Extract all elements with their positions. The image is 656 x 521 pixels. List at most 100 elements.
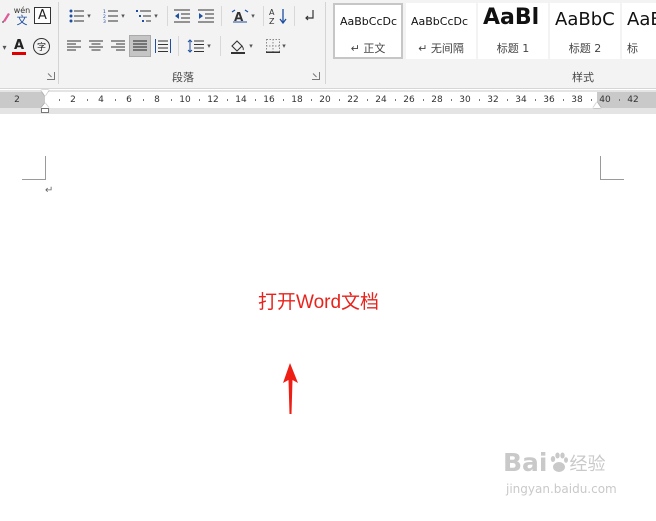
- first-line-indent-marker[interactable]: [41, 90, 49, 96]
- show-formatting-button[interactable]: [300, 5, 320, 27]
- phonetic-guide-button[interactable]: wén 文: [12, 5, 32, 27]
- ruler-number: 2: [70, 95, 76, 105]
- horizontal-ruler[interactable]: 2 2 4 6 8 10 12 14 16 18 20 22 24 26 28 30 32 34 36 38 40 42: [0, 90, 656, 114]
- font-color-button[interactable]: A: [10, 37, 28, 56]
- justify-button[interactable]: [129, 35, 151, 57]
- font-dialog-launcher[interactable]: [47, 72, 55, 80]
- ruler-tick: [507, 99, 508, 101]
- svg-text:A: A: [269, 8, 275, 17]
- line-spacing-button[interactable]: ▾: [183, 36, 215, 56]
- ruler-number: 30: [459, 95, 471, 105]
- styles-gallery: AaBbCcDc ↵ 正文 AaBbCcDc ↵ 无间隔 AaBl 标题 1 A…: [330, 0, 656, 64]
- multilevel-list-icon: [136, 10, 152, 22]
- baidu-logo-right: 经验: [569, 453, 606, 475]
- ruler-number: 6: [126, 95, 132, 105]
- font-color-dropdown[interactable]: ▾: [0, 38, 9, 56]
- borders-button[interactable]: ▾: [261, 36, 291, 56]
- font-color-label: A: [13, 37, 25, 53]
- align-center-button[interactable]: [86, 36, 106, 56]
- baidu-logo: Bai 经验: [503, 448, 606, 477]
- annotation-text: 打开Word文档: [258, 292, 380, 313]
- decrease-indent-button[interactable]: [172, 6, 192, 26]
- style-sample: AaBbCcDc: [340, 15, 398, 28]
- ruler-number: 16: [263, 95, 275, 105]
- divider: [263, 6, 264, 26]
- align-left-icon: [67, 40, 81, 51]
- character-border-label: A: [38, 8, 47, 23]
- decrease-indent-icon: [174, 9, 190, 23]
- ribbon: wén 文 A ▾ A 字 ▾ 1 2 3 ▾ ▾ A ▾ A Z ▾ ▾ ▾ …: [0, 0, 656, 89]
- ruler-tick: [535, 99, 536, 101]
- divider: [178, 36, 179, 56]
- baidu-logo-left: Bai: [503, 448, 548, 477]
- ruler-tick: [563, 99, 564, 101]
- ruler-number: 10: [179, 95, 191, 105]
- sort-button[interactable]: A Z: [268, 5, 290, 27]
- align-right-icon: [111, 40, 125, 51]
- style-heading-1[interactable]: AaBl 标题 1: [478, 3, 548, 59]
- ruler-tick: [115, 99, 116, 101]
- ruler-number: 18: [291, 95, 303, 105]
- ruler-tick: [199, 99, 200, 101]
- shading-button[interactable]: ▾: [225, 36, 257, 56]
- style-name: ↵ 无间隔: [418, 42, 464, 55]
- ruler-tick: [255, 99, 256, 101]
- divider: [221, 6, 222, 26]
- baidu-url: jingyan.baidu.com: [506, 482, 617, 496]
- chinese-layout-icon: A: [231, 9, 249, 23]
- ruler-number: 34: [515, 95, 527, 105]
- top-right-margin-corner: [600, 156, 624, 180]
- chinese-layout-button[interactable]: A ▾: [227, 6, 259, 26]
- ruler-number: 26: [403, 95, 415, 105]
- style-normal[interactable]: AaBbCcDc ↵ 正文: [333, 3, 403, 59]
- bullets-icon: [69, 9, 85, 23]
- ruler-tick: [87, 99, 88, 101]
- paragraph-mark: ↵: [45, 185, 54, 196]
- right-indent-marker[interactable]: [593, 102, 601, 108]
- ruler-tick: [479, 99, 480, 101]
- align-left-button[interactable]: [64, 36, 84, 56]
- align-right-button[interactable]: [108, 36, 128, 56]
- style-name: ↵ 正文: [350, 42, 386, 55]
- style-heading-2[interactable]: AaBbC 标题 2: [550, 3, 620, 59]
- borders-icon: [266, 39, 281, 53]
- character-border-button[interactable]: A: [34, 7, 51, 24]
- ruler-tick: [143, 99, 144, 101]
- paragraph-mark-icon: [305, 10, 314, 21]
- paragraph-dialog-launcher[interactable]: [312, 72, 320, 80]
- style-no-spacing[interactable]: AaBbCcDc ↵ 无间隔: [406, 3, 476, 59]
- ruler-number: 14: [235, 95, 247, 105]
- distributed-button[interactable]: [153, 36, 173, 56]
- ruler-number: 24: [375, 95, 387, 105]
- ruler-tick: [395, 99, 396, 101]
- ruler-number: 20: [319, 95, 331, 105]
- ruler-number: 32: [487, 95, 499, 105]
- enclose-characters-label: 字: [36, 43, 46, 53]
- ruler-tick: [171, 99, 172, 101]
- ruler-tick: [311, 99, 312, 101]
- bullets-button[interactable]: ▾: [64, 6, 96, 26]
- style-sample: AaBbC: [555, 9, 615, 30]
- style-title[interactable]: AaB 标: [622, 3, 656, 59]
- divider: [294, 6, 295, 26]
- ruler-number: 42: [627, 95, 639, 105]
- group-separator: [325, 2, 326, 84]
- highlighter-icon[interactable]: [0, 10, 12, 24]
- style-name: 标题 2: [568, 42, 602, 55]
- group-separator: [58, 2, 59, 84]
- svg-text:3: 3: [103, 19, 106, 23]
- left-indent-marker[interactable]: [41, 103, 49, 113]
- paw-icon: [550, 452, 568, 472]
- enclose-characters-button[interactable]: 字: [33, 38, 50, 55]
- divider: [220, 36, 221, 56]
- ruler-tick: [423, 99, 424, 101]
- multilevel-list-button[interactable]: ▾: [132, 6, 162, 26]
- style-sample: AaBl: [483, 5, 540, 30]
- ruler-number: 38: [571, 95, 583, 105]
- numbering-icon: 1 2 3: [103, 9, 119, 23]
- ruler-left-margin: [0, 92, 45, 108]
- align-center-icon: [89, 40, 103, 51]
- increase-indent-button[interactable]: [196, 6, 216, 26]
- numbering-button[interactable]: 1 2 3 ▾: [98, 6, 130, 26]
- ruler-tick: [283, 99, 284, 101]
